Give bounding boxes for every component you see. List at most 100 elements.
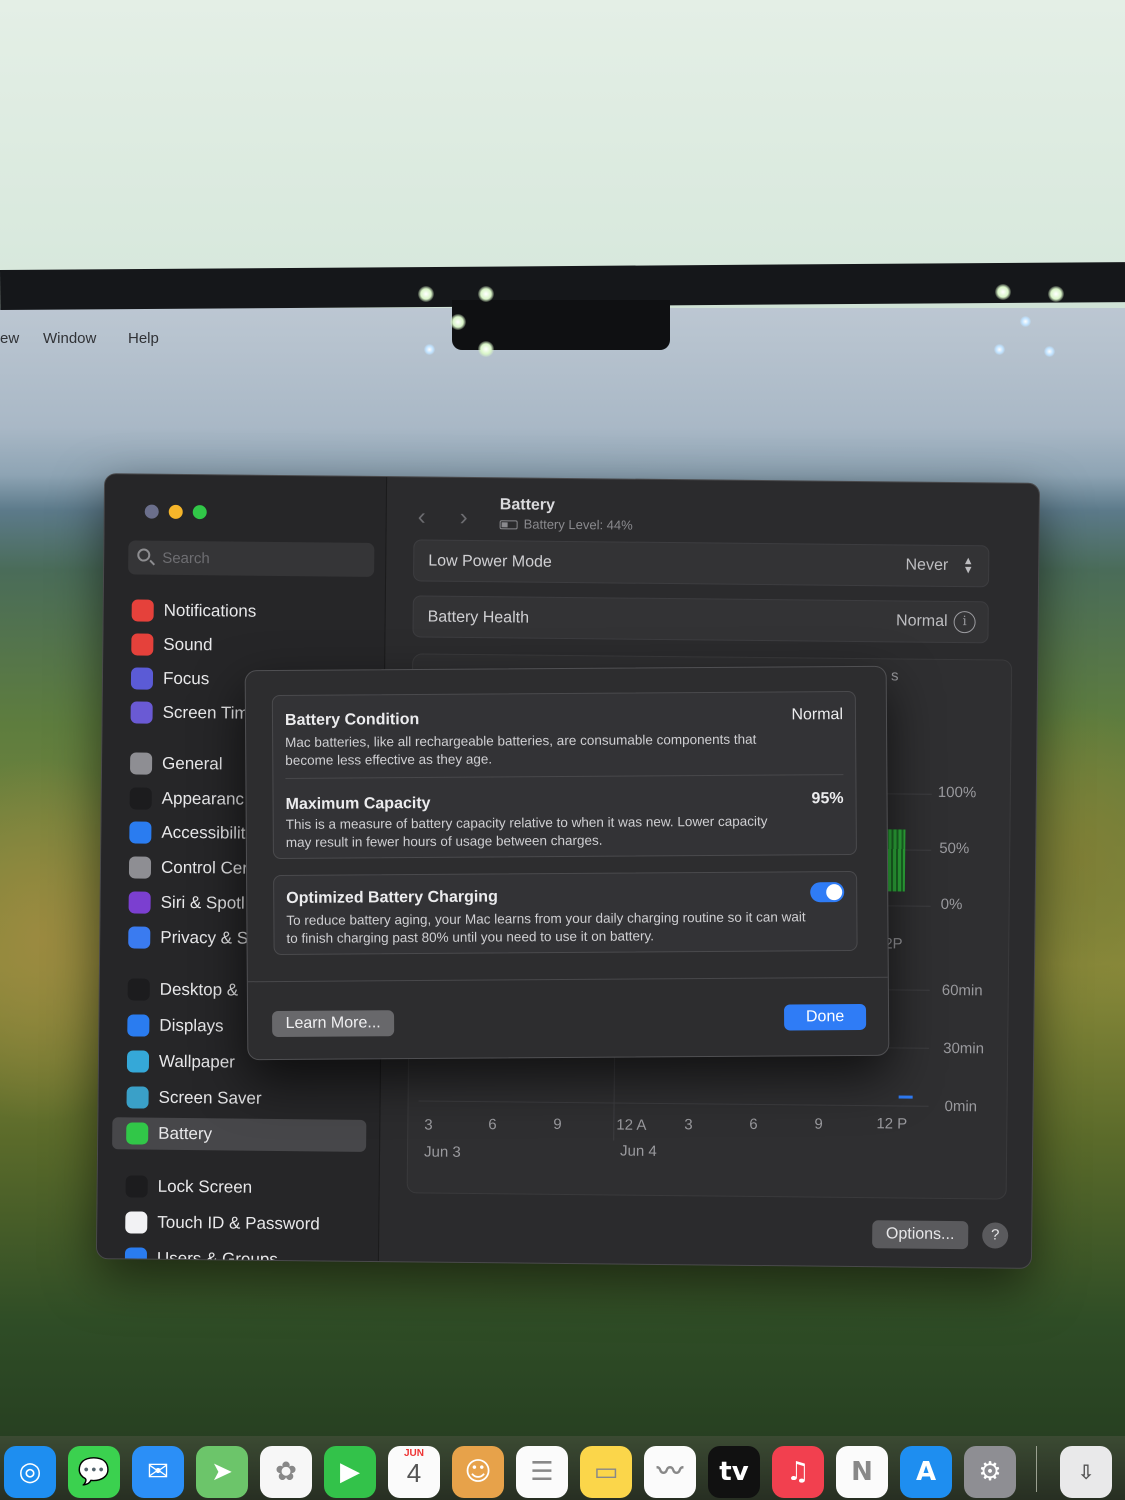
sidebar-item-label: Wallpaper: [158, 1051, 235, 1072]
battery-health-row: Battery Health Normal i: [412, 595, 989, 644]
low-power-mode-label: Low Power Mode: [428, 552, 552, 571]
x-tick: 6: [488, 1116, 497, 1134]
contacts-icon[interactable]: ☺: [452, 1446, 504, 1498]
sidebar-item-label: Sound: [163, 634, 213, 655]
freeform-icon[interactable]: 〰: [644, 1446, 696, 1498]
dock-separator: [1036, 1446, 1037, 1492]
optimized-charging-title: Optimized Battery Charging: [286, 888, 498, 907]
dock-glyph: 〰: [656, 1457, 683, 1487]
toggles-icon: [128, 856, 152, 879]
sidebar-item-label: Appearanc: [161, 788, 245, 809]
menu-view[interactable]: ew: [0, 330, 19, 347]
close-button[interactable]: [144, 504, 159, 519]
messages-icon[interactable]: 💬: [68, 1446, 120, 1498]
battery-health-label: Battery Health: [427, 608, 530, 627]
battery-condition-desc: Mac batteries, like all rechargeable bat…: [285, 731, 757, 768]
system-settings-icon[interactable]: ⚙: [964, 1446, 1016, 1498]
dock-glyph: ▭: [593, 1457, 619, 1487]
dock-glyph: ➤: [211, 1457, 233, 1487]
notes-icon[interactable]: ▭: [580, 1446, 632, 1498]
battery-icon: [499, 520, 518, 530]
done-button[interactable]: Done: [783, 1003, 867, 1031]
level-tick: 100%: [937, 783, 977, 802]
menu-bar: ew Window Help: [0, 322, 1125, 356]
light-reflection: [418, 286, 434, 302]
date-label: Jun 3: [423, 1143, 461, 1161]
battery-condition-value: Normal: [791, 706, 844, 724]
sidebar-item-label: Screen Saver: [158, 1087, 262, 1108]
sidebar-item-label: Privacy & S: [160, 927, 249, 948]
sidebar-item-label: Battery: [158, 1123, 213, 1144]
dock-glyph: ◎: [18, 1457, 42, 1487]
search-placeholder: Search: [162, 549, 210, 568]
maximum-capacity-value: 95%: [811, 790, 844, 808]
fingerprint-icon: [125, 1211, 148, 1234]
info-icon[interactable]: i: [953, 611, 976, 634]
sidebar-item-lock-screen[interactable]: Lock Screen: [112, 1170, 366, 1205]
optimized-charging-toggle[interactable]: [810, 882, 845, 903]
x-tick: 12 A: [616, 1116, 647, 1134]
help-button[interactable]: ?: [982, 1222, 1009, 1249]
sidebar-item-touch-id-password[interactable]: Touch ID & Password: [111, 1206, 365, 1241]
appletv-icon[interactable]: tv: [708, 1446, 760, 1498]
sidebar-item-label: Lock Screen: [157, 1176, 253, 1197]
maximum-capacity-title: Maximum Capacity: [285, 794, 431, 813]
sidebar-item-label: Siri & Spotl: [160, 892, 245, 913]
x-tick: 3: [424, 1116, 433, 1134]
sidebar-item-sound[interactable]: Sound: [117, 628, 371, 663]
level-tick: 50%: [939, 839, 970, 858]
sun-icon: [127, 1014, 150, 1037]
gear-icon: [129, 752, 153, 775]
usage-tick: 60min: [941, 981, 983, 1000]
low-power-mode-select[interactable]: Never: [905, 557, 948, 575]
x-tick: 12 P: [876, 1115, 908, 1133]
grid-line: [418, 1100, 929, 1107]
safari-icon[interactable]: ◎: [4, 1446, 56, 1498]
sidebar-item-label: General: [162, 753, 223, 774]
sidebar-item-label: Desktop &: [159, 979, 239, 1000]
options-button[interactable]: Options...: [872, 1220, 969, 1250]
reminders-icon[interactable]: ☰: [516, 1446, 568, 1498]
music-icon[interactable]: ♫: [772, 1446, 824, 1498]
minimize-button[interactable]: [168, 504, 183, 519]
downloads-folder-icon[interactable]: ⇩: [1060, 1446, 1112, 1498]
sidebar-item-battery[interactable]: Battery: [112, 1117, 367, 1152]
facetime-icon[interactable]: ▶: [324, 1446, 376, 1498]
sidebar-item-label: Displays: [159, 1015, 224, 1036]
usage-tick: 30min: [943, 1039, 985, 1058]
dock: ◎ 💬 ✉ ➤ ✿ ▶ JUN 4 ☺ ☰ ▭ 〰 tv ♫ N A ⚙: [0, 1436, 1125, 1500]
calendar-icon[interactable]: JUN 4: [388, 1446, 440, 1498]
dock-glyph: ☺: [464, 1457, 492, 1487]
wall-background: [0, 0, 1125, 282]
optimized-charging-card: Optimized Battery Charging To reduce bat…: [273, 870, 858, 956]
sidebar-item-screen-saver[interactable]: Screen Saver: [112, 1081, 366, 1116]
news-icon[interactable]: N: [836, 1446, 888, 1498]
sheet-divider: [247, 976, 888, 983]
low-power-mode-row: Low Power Mode Never ▲ ▼: [413, 539, 990, 588]
sidebar-item-notifications[interactable]: Notifications: [118, 594, 372, 629]
lock-icon: [125, 1175, 148, 1198]
calendar-day: 4: [406, 1458, 422, 1488]
light-reflection: [995, 284, 1011, 300]
divider: [285, 774, 844, 779]
menu-window[interactable]: Window: [43, 330, 96, 347]
tab-segment-fragment[interactable]: s: [891, 667, 899, 684]
search-input[interactable]: Search: [128, 540, 375, 577]
battery-condition-title: Battery Condition: [284, 711, 420, 729]
learn-more-button[interactable]: Learn More...: [272, 1010, 395, 1038]
maps-icon[interactable]: ➤: [196, 1446, 248, 1498]
chevron-updown-icon[interactable]: ▲ ▼: [960, 555, 976, 577]
mail-icon[interactable]: ✉: [132, 1446, 184, 1498]
appstore-icon[interactable]: A: [900, 1446, 952, 1498]
back-button[interactable]: ‹: [418, 503, 426, 531]
dock-glyph: ✿: [275, 1457, 297, 1487]
date-label: Jun 4: [619, 1142, 657, 1160]
menu-help[interactable]: Help: [128, 330, 159, 347]
optimized-charging-desc: To reduce battery aging, your Mac learns…: [286, 909, 806, 946]
forward-button[interactable]: ›: [460, 504, 468, 532]
zoom-button[interactable]: [192, 505, 207, 520]
dock-glyph: tv: [719, 1457, 749, 1487]
hourglass-icon: [130, 701, 153, 724]
photos-icon[interactable]: ✿: [260, 1446, 312, 1498]
battery-info-card: Battery Condition Normal Mac batteries, …: [271, 690, 857, 860]
